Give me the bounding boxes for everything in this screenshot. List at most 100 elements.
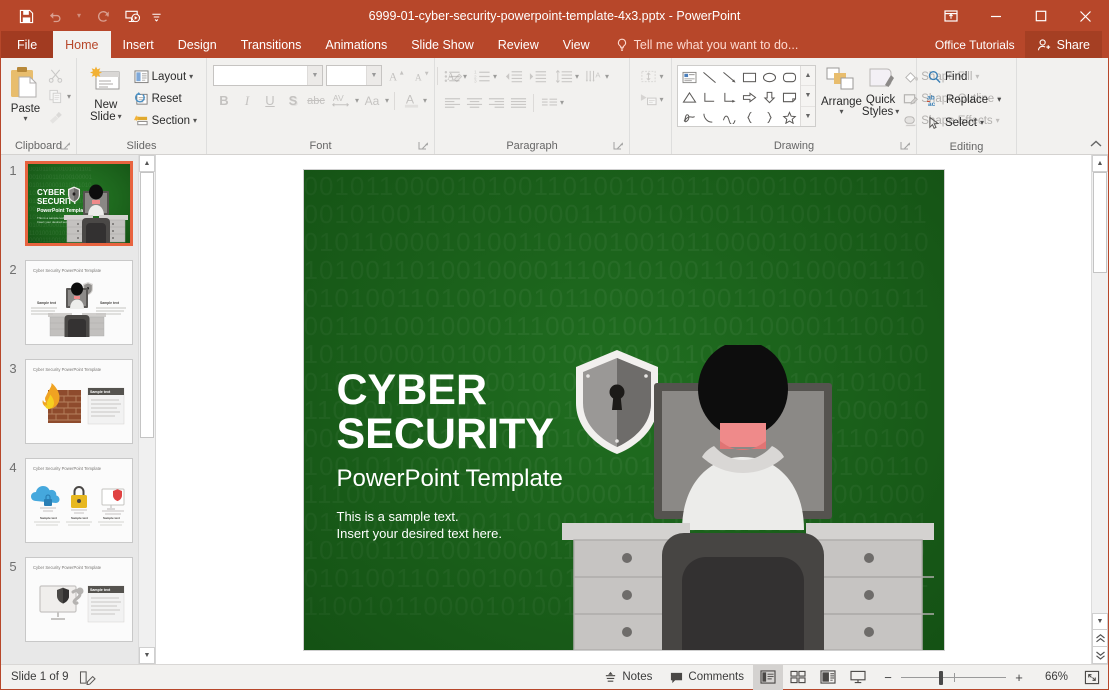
justify-button[interactable] [507,92,529,113]
font-name-dropdown-icon[interactable]: ▼ [307,66,322,85]
shape-arrow-icon[interactable] [719,67,739,87]
start-presentation-icon[interactable] [119,4,145,28]
italic-button[interactable]: I [236,90,258,111]
shape-line-icon[interactable] [699,67,719,87]
align-left-button[interactable] [441,92,463,113]
text-shadow-button[interactable]: S [282,90,304,111]
slide-show-view-button[interactable] [843,665,873,690]
character-spacing-dropdown-icon[interactable]: ▾ [355,97,359,105]
numbering-dropdown-icon[interactable]: ▾ [493,73,497,81]
zoom-in-button[interactable]: + [1012,670,1026,685]
slide-body-text[interactable]: This is a sample text. Insert your desir… [337,508,502,542]
change-case-button[interactable]: Aa [360,90,384,111]
zoom-level-label[interactable]: 66% [1032,671,1068,683]
increase-indent-button[interactable] [525,66,549,87]
font-size-dropdown-icon[interactable]: ▼ [366,66,381,85]
drawing-dialog-launcher[interactable] [900,141,911,152]
fit-to-window-button[interactable] [1076,665,1108,690]
slide-scroll-down-icon[interactable]: ▼ [1092,613,1108,630]
increase-font-size-button[interactable]: A [385,65,407,86]
normal-view-button[interactable] [753,665,783,690]
copy-button[interactable] [45,86,67,107]
layout-button[interactable]: Layout ▾ [130,66,201,88]
thumbnail-scroll-up-icon[interactable]: ▲ [139,155,155,172]
character-spacing-button[interactable]: AV [328,90,354,111]
shape-curve-icon[interactable] [719,107,739,127]
shapes-scroll-down-icon[interactable]: ▼ [801,86,815,106]
align-text-button[interactable] [637,66,659,87]
slide-sorter-view-button[interactable] [783,665,813,690]
bold-button[interactable]: B [213,90,235,111]
tab-design[interactable]: Design [166,31,229,58]
thumbnail-scroll-down-icon[interactable]: ▼ [139,647,155,664]
tab-file[interactable]: File [1,31,53,58]
notes-page-icon[interactable] [79,670,97,685]
slide-scroll-track[interactable] [1092,172,1108,613]
find-button[interactable]: Find [923,66,971,88]
font-name-input[interactable]: ▼ [213,65,323,86]
arrange-button[interactable]: Arrange ▾ [821,64,862,118]
quick-styles-button[interactable]: Quick Styles ▾ [862,64,899,120]
font-color-button[interactable]: A [400,90,422,111]
slide-pane-scrollbar[interactable]: ▲ ▼ [1091,155,1108,664]
tab-insert[interactable]: Insert [111,31,166,58]
shape-textbox-icon[interactable] [679,67,699,87]
shape-down-arrow-icon[interactable] [759,87,779,107]
current-slide[interactable]: 0010110000101001101001010110000101001101… [304,170,944,650]
redo-icon[interactable] [90,4,116,28]
align-center-button[interactable] [463,92,485,113]
shapes-gallery[interactable]: ▲ ▼ ▼ [677,65,816,127]
section-dropdown-icon[interactable]: ▾ [193,117,197,125]
slide-thumbnail-3[interactable]: Cyber Security PowerPoint Template [25,359,133,444]
cut-button[interactable] [45,65,67,86]
shape-rectangle-icon[interactable] [739,67,759,87]
tab-slide-show[interactable]: Slide Show [399,31,486,58]
shape-folded-corner-icon[interactable] [779,87,799,107]
font-dialog-launcher[interactable] [418,141,429,152]
align-text-dropdown-icon[interactable]: ▾ [659,73,663,81]
slide-thumbnail-2[interactable]: Cyber Security PowerPoint Template [25,260,133,345]
replace-dropdown-icon[interactable]: ▾ [997,96,1001,104]
close-icon[interactable] [1063,1,1108,31]
user-name[interactable]: Office Tutorials [925,38,1025,52]
zoom-out-button[interactable]: − [881,670,895,685]
paste-dropdown-icon[interactable]: ▾ [23,115,27,123]
underline-button[interactable]: U [259,90,281,111]
shapes-gallery-scrollbar[interactable]: ▲ ▼ ▼ [800,66,815,126]
new-slide-button[interactable]: New Slide ▾ [82,63,130,125]
slide-title[interactable]: CYBER SECURITY [337,368,554,456]
copy-dropdown-icon[interactable]: ▾ [67,93,71,101]
comments-button[interactable]: Comments [661,665,753,690]
slide-indicator[interactable]: Slide 1 of 9 [11,671,69,683]
thumbnail-pane-scrollbar[interactable]: ▲ ▼ [138,155,155,664]
strikethrough-button[interactable]: abc [305,90,327,111]
line-spacing-dropdown-icon[interactable]: ▾ [575,73,579,81]
columns-dropdown-icon[interactable]: ▾ [560,99,564,107]
slide-subtitle[interactable]: PowerPoint Template [337,466,563,492]
shape-triangle-icon[interactable] [679,87,699,107]
reading-view-button[interactable] [813,665,843,690]
tab-animations[interactable]: Animations [313,31,399,58]
change-case-dropdown-icon[interactable]: ▾ [385,97,389,105]
undo-icon[interactable] [42,4,68,28]
share-button[interactable]: Share [1025,31,1102,58]
bullets-button[interactable] [441,66,463,87]
shape-scribble-icon[interactable] [679,107,699,127]
shapes-scroll-up-icon[interactable]: ▲ [801,66,815,86]
tab-review[interactable]: Review [486,31,551,58]
slide-thumbnail-5[interactable]: Cyber Security PowerPoint Template Sampl… [25,557,133,642]
decrease-font-size-button[interactable]: A [410,65,432,86]
ribbon-display-options-icon[interactable] [928,1,973,31]
thumbnail-scroll-thumb[interactable] [140,172,154,438]
zoom-slider-handle[interactable] [939,671,943,685]
bullets-dropdown-icon[interactable]: ▾ [463,73,467,81]
save-icon[interactable] [13,4,39,28]
layout-dropdown-icon[interactable]: ▾ [189,73,193,81]
convert-smartart-button[interactable] [637,89,659,110]
quick-styles-dropdown-icon[interactable]: ▾ [895,108,899,116]
line-spacing-button[interactable] [553,66,575,87]
reset-button[interactable]: Reset [130,88,201,110]
undo-dropdown-icon[interactable]: ▾ [71,4,87,28]
font-size-input[interactable]: ▼ [326,65,382,86]
font-color-dropdown-icon[interactable]: ▾ [423,97,427,105]
